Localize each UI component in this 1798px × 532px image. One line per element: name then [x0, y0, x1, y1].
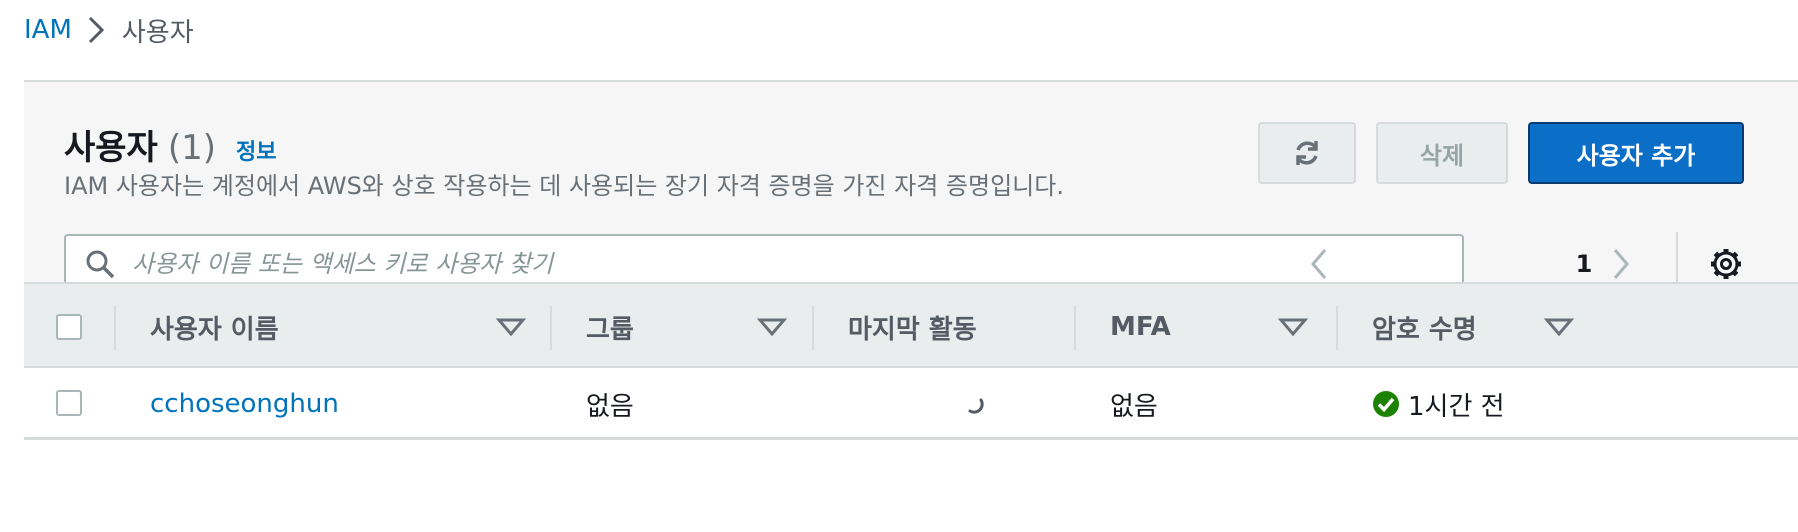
table-header: 사용자 이름 그룹 마지막 활동 MFA 암호 수명: [24, 282, 1798, 368]
loading-spinner-icon: [968, 398, 984, 414]
table-row: cchoseonghun 없음 없음 1시간 전: [24, 368, 1798, 440]
success-check-icon: [1373, 391, 1399, 417]
select-all-checkbox[interactable]: [56, 314, 82, 340]
settings-button[interactable]: [1708, 246, 1744, 282]
column-divider: [114, 306, 116, 350]
groups-cell: 없음: [586, 391, 634, 422]
refresh-button[interactable]: [1258, 122, 1356, 184]
page-number[interactable]: 1: [1564, 242, 1604, 286]
user-count: (1): [167, 128, 217, 168]
info-link[interactable]: 정보: [236, 134, 276, 166]
chevron-left-icon: [1311, 249, 1327, 279]
last-activity-cell: [964, 368, 986, 440]
row-select-checkbox[interactable]: [56, 390, 82, 416]
page-title: 사용자: [64, 128, 158, 168]
column-header-groups[interactable]: 그룹: [586, 284, 634, 370]
column-header-last-activity: 마지막 활동: [848, 314, 977, 345]
breadcrumb: IAM 사용자: [24, 10, 194, 50]
password-age-cell: 1시간 전: [1372, 368, 1505, 440]
sort-down-icon[interactable]: [1278, 316, 1308, 338]
chevron-right-icon: [86, 14, 108, 46]
column-header-user-name[interactable]: 사용자 이름: [150, 284, 279, 370]
column-header-password-age[interactable]: 암호 수명: [1372, 284, 1477, 370]
column-divider: [1336, 306, 1338, 350]
delete-button[interactable]: 삭제: [1376, 122, 1508, 184]
column-header-mfa[interactable]: MFA: [1110, 284, 1171, 370]
chevron-right-icon: [1613, 249, 1629, 279]
refresh-icon: [1296, 141, 1318, 165]
gear-icon: [1711, 249, 1741, 279]
panel-header: 사용자 (1) 정보: [64, 120, 277, 169]
next-page-button[interactable]: [1606, 242, 1636, 286]
column-divider: [812, 306, 814, 350]
sort-down-icon[interactable]: [1544, 316, 1574, 338]
search-icon: [86, 250, 115, 279]
add-user-button[interactable]: 사용자 추가: [1528, 122, 1744, 184]
previous-page-button[interactable]: [1304, 242, 1334, 286]
user-name-cell: cchoseonghun: [150, 368, 339, 440]
mfa-cell: 없음: [1110, 391, 1158, 422]
sort-down-icon[interactable]: [496, 316, 526, 338]
password-age-value: 1시간 전: [1408, 391, 1505, 422]
breadcrumb-current: 사용자: [121, 17, 194, 48]
sort-down-icon[interactable]: [757, 316, 787, 338]
panel-description: IAM 사용자는 계정에서 AWS와 상호 작용하는 데 사용되는 장기 자격 …: [64, 172, 1064, 200]
user-name-link[interactable]: cchoseonghun: [150, 389, 339, 419]
column-divider: [550, 306, 552, 350]
breadcrumb-iam-link[interactable]: IAM: [24, 15, 72, 45]
column-divider: [1074, 306, 1076, 350]
